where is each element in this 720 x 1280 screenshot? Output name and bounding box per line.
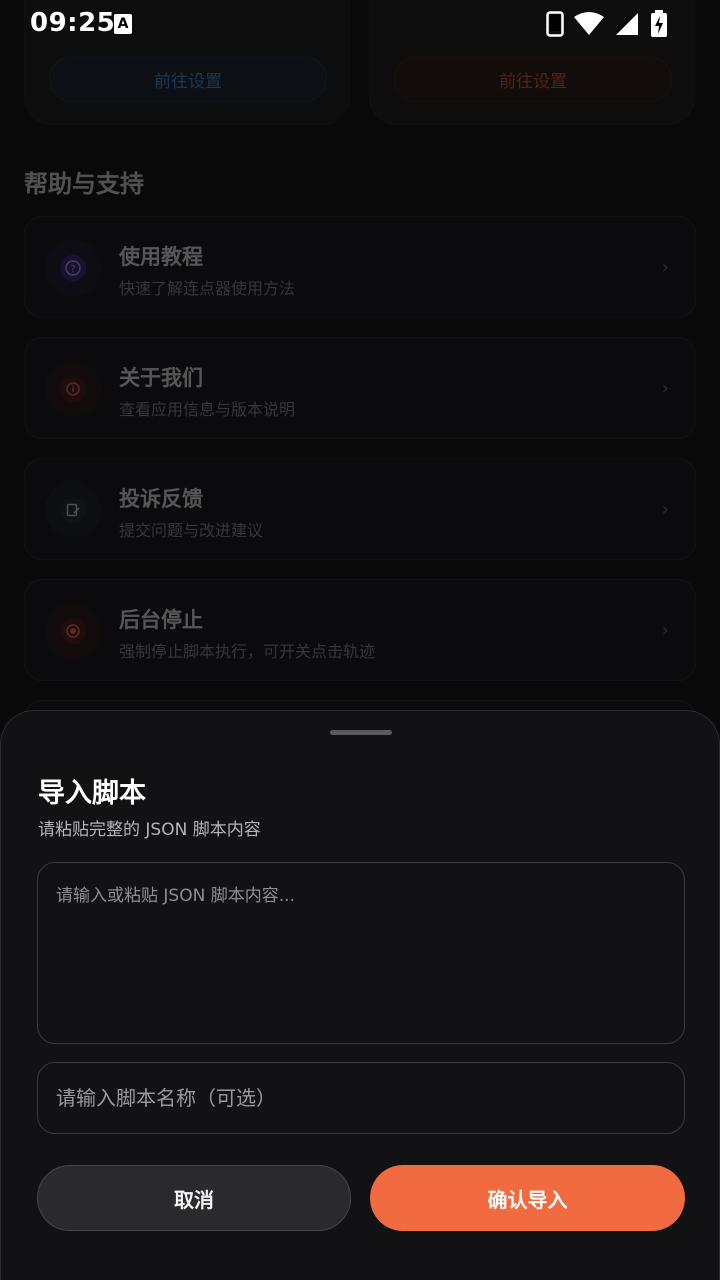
sheet-subtitle: 请粘贴完整的 JSON 脚本内容 — [38, 820, 261, 840]
phone-icon — [546, 11, 564, 37]
screen: 09:25 A 前往设置 前往设置 帮助与支持 ? 使用教程 快速了解连点器使用… — [0, 0, 720, 1280]
status-time: 09:25 — [30, 8, 116, 38]
drag-handle[interactable] — [330, 730, 392, 735]
status-bar: 09:25 A — [0, 0, 720, 48]
status-icons — [546, 10, 668, 38]
wifi-icon — [574, 12, 604, 35]
import-script-sheet: 导入脚本 请粘贴完整的 JSON 脚本内容 取消 确认导入 — [0, 710, 720, 1280]
signal-icon — [616, 13, 638, 35]
script-name-input[interactable] — [37, 1062, 685, 1134]
json-script-textarea[interactable] — [37, 862, 685, 1044]
sheet-title: 导入脚本 — [38, 778, 146, 809]
confirm-import-button[interactable]: 确认导入 — [370, 1165, 685, 1231]
battery-charging-icon — [651, 10, 667, 37]
notification-icon: A — [114, 14, 132, 34]
cancel-button[interactable]: 取消 — [37, 1165, 351, 1231]
